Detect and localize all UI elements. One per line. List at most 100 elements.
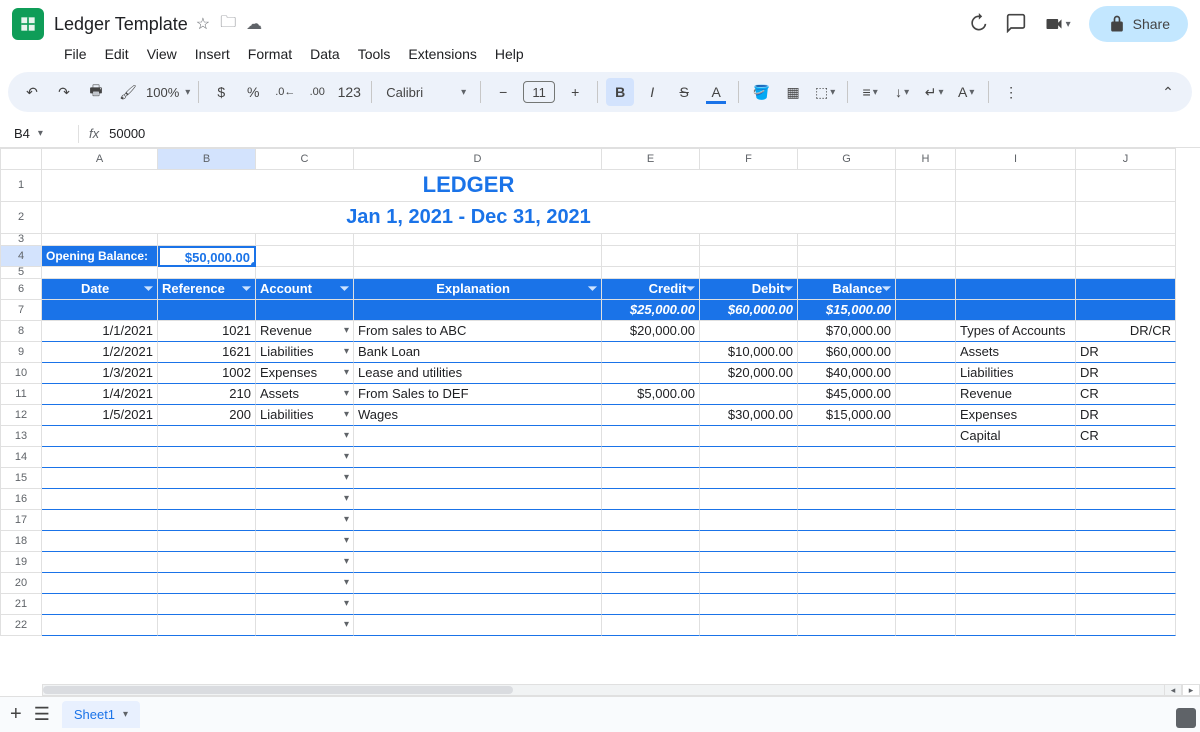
font-size-input[interactable]: 11: [523, 81, 555, 103]
cell-explanation[interactable]: From Sales to DEF: [354, 384, 602, 405]
cell-account[interactable]: ▾: [256, 531, 354, 552]
menu-edit[interactable]: Edit: [97, 42, 137, 66]
menu-data[interactable]: Data: [302, 42, 348, 66]
cell-credit[interactable]: [602, 405, 700, 426]
spreadsheet-grid[interactable]: A B C D E F G H I J 1 LEDGER 2 Jan 1, 20…: [0, 148, 1200, 678]
cell-balance[interactable]: $40,000.00: [798, 363, 896, 384]
row-header-15[interactable]: 15: [0, 468, 42, 489]
cell-account[interactable]: ▾: [256, 552, 354, 573]
row-header-4[interactable]: 4: [0, 246, 42, 267]
cell-credit[interactable]: [602, 363, 700, 384]
row-header-20[interactable]: 20: [0, 573, 42, 594]
filter-icon[interactable]: ⏷: [242, 279, 251, 299]
cell-account[interactable]: ▾: [256, 447, 354, 468]
cell-explanation[interactable]: From sales to ABC: [354, 321, 602, 342]
decrease-font-icon[interactable]: −: [489, 78, 517, 106]
move-icon[interactable]: 🗀: [220, 11, 236, 38]
dropdown-icon[interactable]: ▾: [344, 573, 349, 593]
cloud-icon[interactable]: ☁: [246, 14, 262, 34]
row-header-12[interactable]: 12: [0, 405, 42, 426]
text-color-button[interactable]: A: [702, 78, 730, 106]
cell-debit[interactable]: [700, 384, 798, 405]
row-header-22[interactable]: 22: [0, 615, 42, 636]
more-formats-icon[interactable]: 123: [335, 78, 363, 106]
account-type[interactable]: Assets: [956, 342, 1076, 363]
dropdown-icon[interactable]: ▾: [344, 489, 349, 509]
meet-icon[interactable]: ▾: [1044, 14, 1071, 34]
cell-debit[interactable]: $20,000.00: [700, 363, 798, 384]
cell-ref[interactable]: 210: [158, 384, 256, 405]
row-header-16[interactable]: 16: [0, 489, 42, 510]
cell-account[interactable]: ▾: [256, 468, 354, 489]
strikethrough-button[interactable]: S: [670, 78, 698, 106]
filter-icon[interactable]: ⏷: [144, 279, 153, 299]
col-header-a[interactable]: A: [42, 148, 158, 170]
cell-debit[interactable]: $10,000.00: [700, 342, 798, 363]
row-header-1[interactable]: 1: [0, 170, 42, 202]
decrease-decimal-icon[interactable]: .0←: [271, 78, 299, 106]
cell-ref[interactable]: 1621: [158, 342, 256, 363]
menu-format[interactable]: Format: [240, 42, 300, 66]
dropdown-icon[interactable]: ▾: [344, 321, 349, 341]
hdr-balance[interactable]: Balance⏷: [798, 279, 896, 300]
cell-account[interactable]: ▾: [256, 594, 354, 615]
row-header-19[interactable]: 19: [0, 552, 42, 573]
cell-debit[interactable]: [700, 321, 798, 342]
dropdown-icon[interactable]: ▾: [344, 363, 349, 383]
row-header-21[interactable]: 21: [0, 594, 42, 615]
borders-button[interactable]: ▦: [779, 78, 807, 106]
cell-ref[interactable]: 200: [158, 405, 256, 426]
percent-icon[interactable]: %: [239, 78, 267, 106]
increase-decimal-icon[interactable]: .00: [303, 78, 331, 106]
valign-button[interactable]: ↓▾: [888, 78, 916, 106]
ledger-title[interactable]: LEDGER: [42, 170, 896, 202]
total-balance[interactable]: $15,000.00: [798, 300, 896, 321]
hdr-debit[interactable]: Debit⏷: [700, 279, 798, 300]
cell-account[interactable]: Liabilities▾: [256, 405, 354, 426]
filter-icon[interactable]: ⏷: [340, 279, 349, 299]
col-header-c[interactable]: C: [256, 148, 354, 170]
menu-tools[interactable]: Tools: [350, 42, 399, 66]
cell-account[interactable]: Assets▾: [256, 384, 354, 405]
row-header-14[interactable]: 14: [0, 447, 42, 468]
history-icon[interactable]: [968, 13, 988, 36]
col-header-i[interactable]: I: [956, 148, 1076, 170]
zoom-select[interactable]: 100%▾: [146, 85, 190, 100]
accounts-header-type[interactable]: Types of Accounts: [956, 321, 1076, 342]
cell-credit[interactable]: $5,000.00: [602, 384, 700, 405]
cell-ref[interactable]: 1021: [158, 321, 256, 342]
menu-view[interactable]: View: [139, 42, 185, 66]
dropdown-icon[interactable]: ▾: [344, 615, 349, 635]
col-header-e[interactable]: E: [602, 148, 700, 170]
dropdown-icon[interactable]: ▾: [344, 384, 349, 404]
hdr-credit[interactable]: Credit⏷: [602, 279, 700, 300]
col-header-d[interactable]: D: [354, 148, 602, 170]
scroll-left-icon[interactable]: ◂: [1164, 684, 1182, 696]
collapse-toolbar-icon[interactable]: ⌃: [1154, 78, 1182, 106]
filter-icon[interactable]: ⏷: [686, 279, 695, 299]
explore-icon[interactable]: [1176, 708, 1196, 728]
dropdown-icon[interactable]: ▾: [344, 447, 349, 467]
dropdown-icon[interactable]: ▾: [344, 594, 349, 614]
hdr-account[interactable]: Account⏷: [256, 279, 354, 300]
bold-button[interactable]: B: [606, 78, 634, 106]
row-header-3[interactable]: 3: [0, 234, 42, 246]
cell-account[interactable]: ▾: [256, 510, 354, 531]
star-icon[interactable]: ☆: [196, 14, 210, 34]
italic-button[interactable]: I: [638, 78, 666, 106]
sheet-tab-1[interactable]: Sheet1▾: [62, 701, 140, 728]
cell-explanation[interactable]: Bank Loan: [354, 342, 602, 363]
rotate-button[interactable]: A▾: [952, 78, 980, 106]
wrap-button[interactable]: ↵▾: [920, 78, 948, 106]
comment-icon[interactable]: [1006, 13, 1026, 36]
row-header-11[interactable]: 11: [0, 384, 42, 405]
paint-format-icon[interactable]: 🖌: [114, 78, 142, 106]
cell-credit[interactable]: $20,000.00: [602, 321, 700, 342]
row-header-10[interactable]: 10: [0, 363, 42, 384]
cell-date[interactable]: 1/3/2021: [42, 363, 158, 384]
account-drcr[interactable]: DR: [1076, 405, 1176, 426]
hdr-date[interactable]: Date⏷: [42, 279, 158, 300]
cell-explanation[interactable]: Lease and utilities: [354, 363, 602, 384]
col-header-g[interactable]: G: [798, 148, 896, 170]
dropdown-icon[interactable]: ▾: [344, 531, 349, 551]
